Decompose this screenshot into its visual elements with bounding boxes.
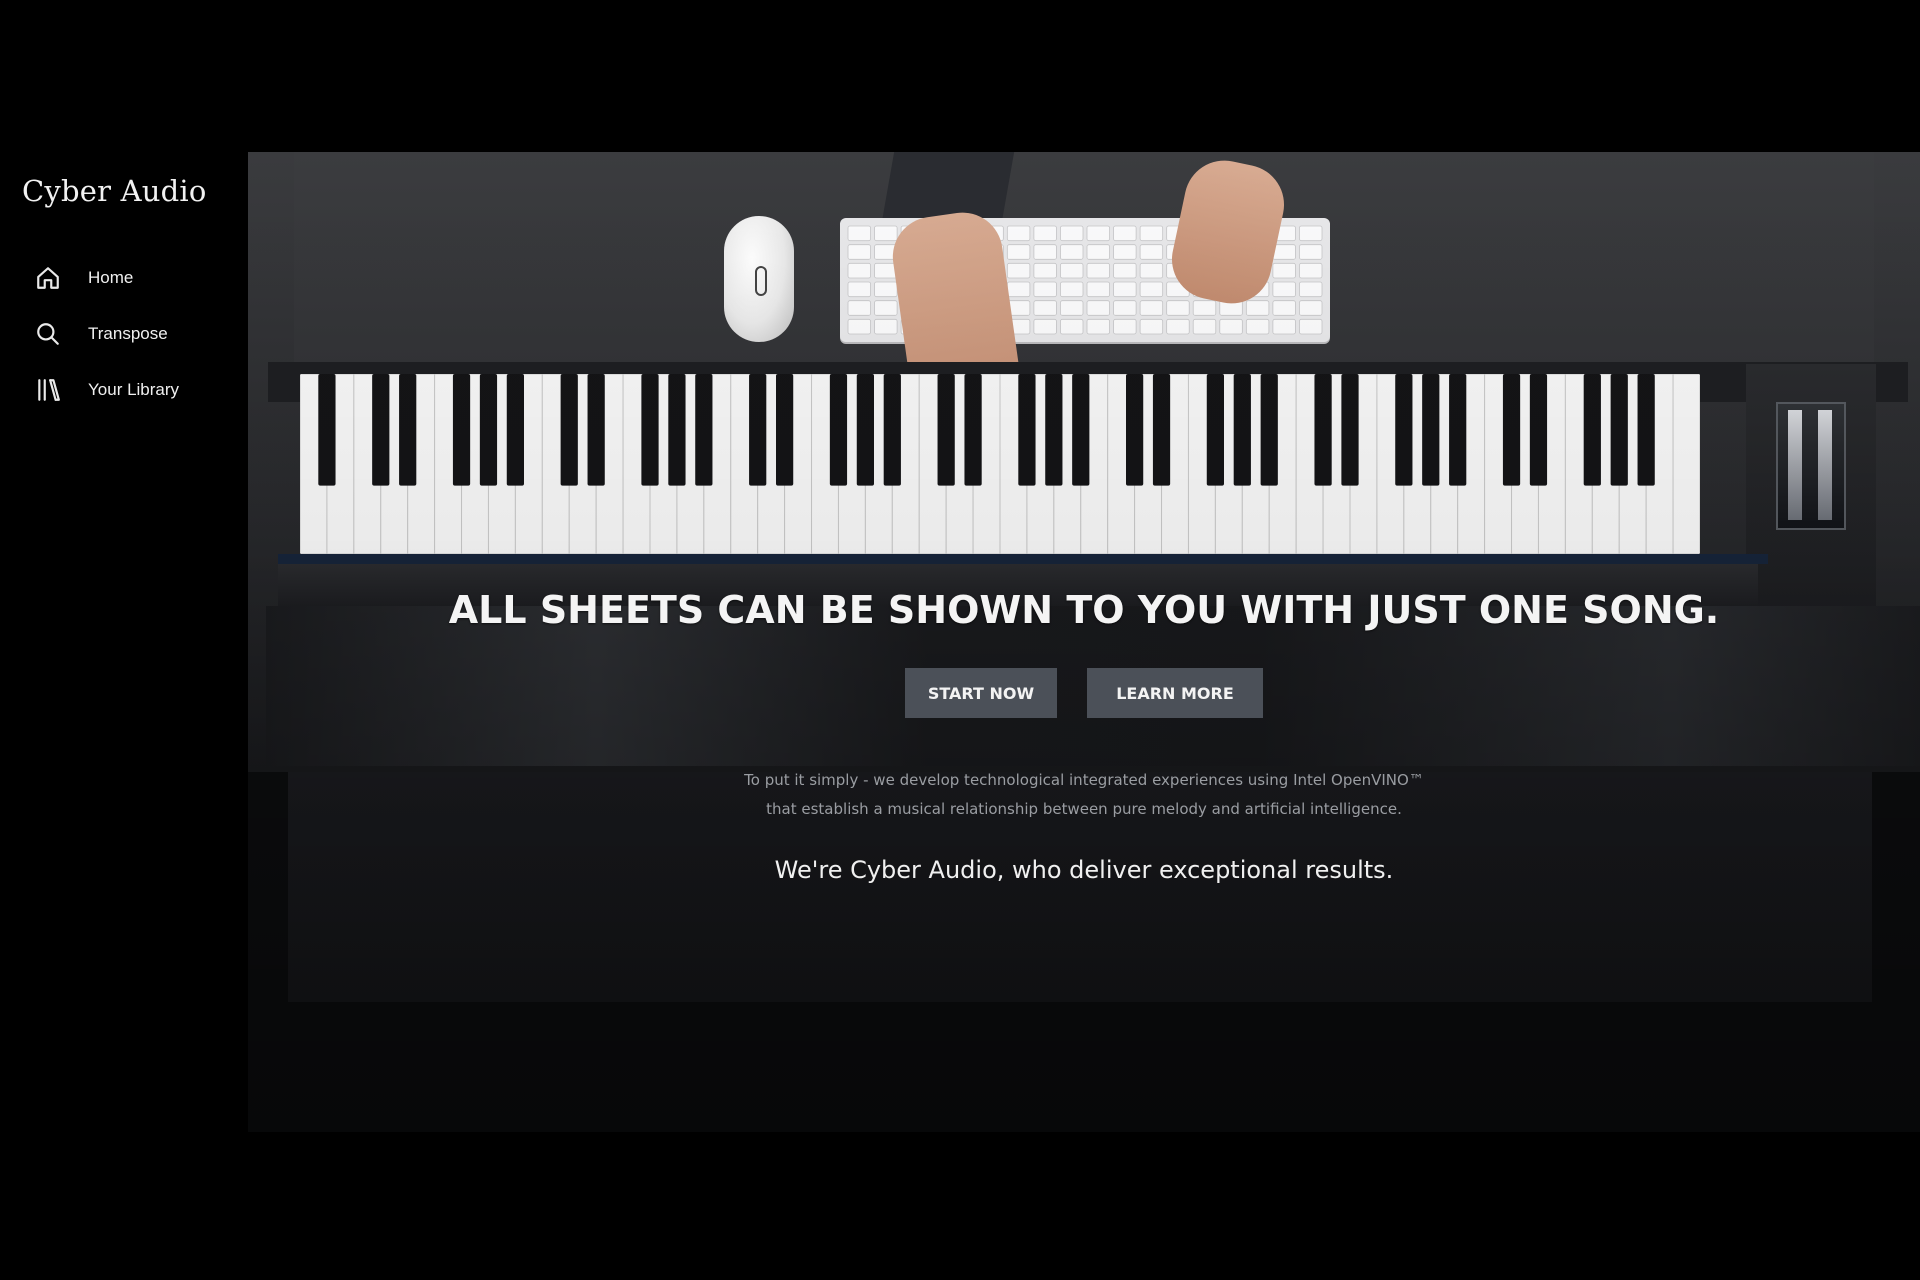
sidebar-item-label: Home <box>88 268 134 287</box>
brand-logo[interactable]: Cyber Audio <box>22 174 207 208</box>
sidebar: Cyber Audio Home Transpose Your Library <box>0 152 248 1132</box>
start-now-button[interactable]: START NOW <box>905 668 1057 718</box>
home-icon <box>34 264 62 292</box>
cta-buttons: START NOW LEARN MORE <box>248 668 1920 718</box>
hero-description: To put it simply - we develop technologi… <box>248 766 1920 824</box>
page: Cyber Audio Home Transpose Your Library <box>0 0 1920 1280</box>
library-icon <box>34 376 62 404</box>
sidebar-nav: Home Transpose Your Library <box>34 250 179 418</box>
search-icon <box>34 320 62 348</box>
sidebar-item-label: Transpose <box>88 324 168 343</box>
hero-headline: ALL SHEETS CAN BE SHOWN TO YOU WITH JUST… <box>448 588 1720 632</box>
sidebar-item-transpose[interactable]: Transpose <box>34 306 179 362</box>
sidebar-item-label: Your Library <box>88 380 180 399</box>
hero-section: ALL SHEETS CAN BE SHOWN TO YOU WITH JUST… <box>248 152 1920 1132</box>
description-line-2: that establish a musical relationship be… <box>766 800 1402 818</box>
sidebar-item-your-library[interactable]: Your Library <box>34 362 179 418</box>
learn-more-button[interactable]: LEARN MORE <box>1087 668 1263 718</box>
hero-overlay <box>248 152 1920 1132</box>
hero-tagline: We're Cyber Audio, who deliver exception… <box>774 856 1394 884</box>
sidebar-item-home[interactable]: Home <box>34 250 179 306</box>
description-line-1: To put it simply - we develop technologi… <box>744 771 1424 789</box>
